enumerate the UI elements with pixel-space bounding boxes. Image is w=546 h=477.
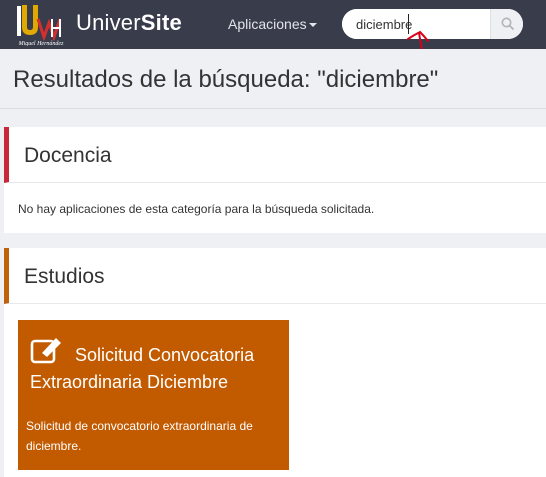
aplicaciones-label: Aplicaciones [228,16,307,32]
svg-text:Miguel Hernández: Miguel Hernández [18,41,64,46]
search-icon [501,17,515,31]
search-button[interactable] [490,9,523,39]
section-header-docencia: Docencia [4,127,546,183]
app-card-description: Solicitud de convocatorio extraordinaria… [26,419,253,453]
empty-results-message: No hay aplicaciones de esta categoría pa… [18,202,375,216]
caret-down-icon [308,23,317,28]
section-title-estudios: Estudios [24,265,105,288]
umh-logo[interactable]: Miguel Hernández [14,3,69,46]
top-navbar: Miguel Hernández UniverSite Aplicaciones [0,0,546,49]
app-card-title: Solicitud Convocatoria Extraordinaria Di… [30,345,255,392]
section-title-docencia: Docencia [24,144,112,167]
section-docencia: Docencia No hay aplicaciones de esta cat… [4,127,546,233]
brand-part-2: Site [140,10,182,35]
section-header-estudios: Estudios [4,248,546,304]
brand-part-1: Univer [76,10,141,35]
page-title: Resultados de la búsqueda: "diciembre" [13,66,439,93]
brand-universite[interactable]: UniverSite [76,10,182,36]
aplicaciones-dropdown[interactable]: Aplicaciones [228,16,317,32]
page-header: Resultados de la búsqueda: "diciembre" [0,49,546,109]
app-card-solicitud-convocatoria[interactable]: Solicitud Convocatoria Extraordinaria Di… [18,320,289,470]
